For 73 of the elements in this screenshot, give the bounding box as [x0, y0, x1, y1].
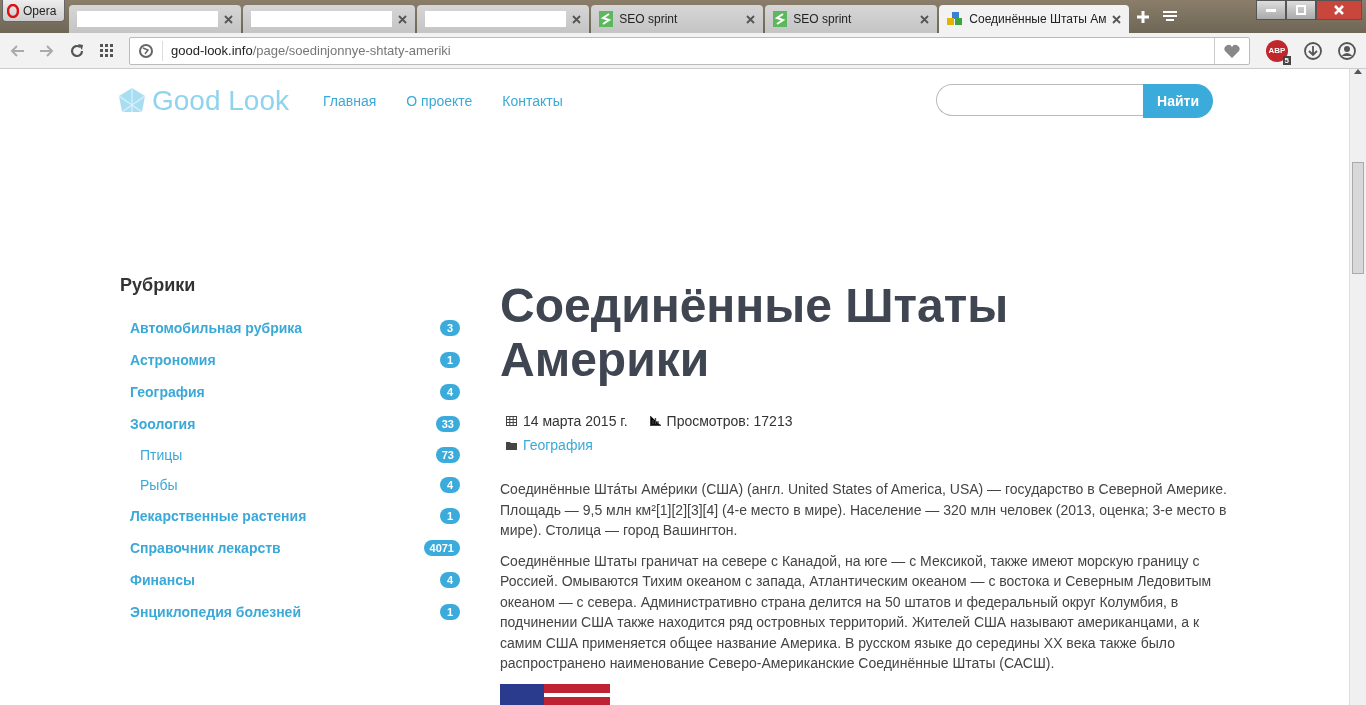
- bar-chart-icon: [649, 416, 661, 426]
- url-text: good-look.info/page/soedinjonnye-shtaty-ameriki: [170, 43, 451, 58]
- count-badge: 1: [440, 604, 460, 620]
- maximize-button[interactable]: [1286, 0, 1316, 20]
- tab-title: Соединённые Штаты Ам: [969, 12, 1107, 26]
- count-badge: 4: [440, 384, 460, 400]
- s-logo-icon: [773, 11, 788, 27]
- tab-title: SEO sprint: [793, 12, 853, 26]
- category-link[interactable]: Финансы: [130, 572, 195, 588]
- folder-icon: [506, 440, 517, 450]
- category-link[interactable]: Лекарственные растения: [130, 508, 307, 524]
- browser-tab[interactable]: Соединённые Штаты Ам: [939, 5, 1130, 33]
- close-icon[interactable]: [224, 14, 234, 24]
- plus-icon[interactable]: [1137, 10, 1150, 23]
- article-title: Соединённые Штаты Америки: [500, 279, 1010, 387]
- browser-tab[interactable]: SEO sprint: [591, 5, 764, 33]
- close-button[interactable]: [1316, 0, 1362, 20]
- globe-icon: [139, 43, 153, 58]
- article-paragraph: Соединённые Шта́ты Аме́рики (США) (англ. United States of America, USA) — государство в Северной Америке. Площадь — 9,5 млн км²[1][2][3][4] (4-е место в мире). Население — 320 млн человек (2013, оценка; 3-е место в мире). Столица — город Вашингтон.: [500, 480, 1228, 540]
- minimize-icon: [1266, 8, 1276, 12]
- maximize-icon: [1296, 5, 1306, 15]
- count-badge: 4: [440, 572, 460, 588]
- crystal-logo-icon: [118, 88, 146, 114]
- nav-link[interactable]: Главная: [323, 93, 377, 109]
- count-badge: 1: [440, 352, 460, 368]
- grid-icon[interactable]: [100, 44, 113, 57]
- nav-link[interactable]: О проекте: [406, 93, 473, 109]
- category-link[interactable]: География: [523, 437, 593, 453]
- view-count: Просмотров: 17213: [666, 413, 793, 429]
- count-badge: 3: [440, 320, 460, 336]
- heart-icon[interactable]: [1224, 43, 1240, 58]
- download-icon[interactable]: [1304, 41, 1322, 60]
- category-link[interactable]: Астрономия: [130, 352, 216, 368]
- sidebar-title: Рубрики: [120, 275, 197, 296]
- adblock-button[interactable]: ABP 5: [1266, 39, 1288, 62]
- tab-title: SEO sprint: [619, 12, 679, 26]
- profile-icon[interactable]: [1338, 41, 1356, 60]
- o-logo-icon: [7, 3, 19, 18]
- minimize-button[interactable]: [1256, 0, 1286, 20]
- count-badge: 4: [440, 477, 460, 493]
- nav-link[interactable]: Контакты: [502, 93, 563, 109]
- category-link[interactable]: Зоология: [130, 416, 196, 432]
- post-date: 14 марта 2015 г.: [523, 413, 628, 429]
- count-badge: 73: [435, 447, 460, 463]
- category-link[interactable]: География: [130, 384, 205, 400]
- category-link[interactable]: Птицы: [140, 447, 183, 463]
- close-icon[interactable]: [746, 14, 756, 24]
- search-field[interactable]: [936, 84, 1144, 116]
- browser-tab[interactable]: SEO sprint: [765, 5, 938, 33]
- adblock-count: 5: [1282, 55, 1291, 65]
- close-icon[interactable]: [1112, 14, 1122, 24]
- s-logo-icon: [599, 11, 614, 27]
- cubes-icon: [947, 12, 964, 26]
- search-button[interactable]: Найти: [1143, 84, 1213, 118]
- site-logo-text[interactable]: Good Look: [152, 85, 289, 117]
- reload-icon[interactable]: [70, 43, 84, 58]
- menu-icon[interactable]: [1163, 10, 1178, 23]
- scrollbar-thumb[interactable]: [1352, 162, 1364, 274]
- count-badge: 1: [440, 508, 460, 524]
- article-paragraph: Соединённые Штаты граничат на севере с Канадой, на юге — с Мексикой, также имеют морскую границу с Россией. Омываются Тихим океаном с запада, Атлантическим океаном — с востока и Северным Ледовитым океаном — с севера. Административно страна делится на 50 штатов и федеральный округ Колумбия, в подчинении США также находится ряд островных территорий. Жителей США называют американцами, а к самим США применяется общее название Америка. В русском языке до середины XX века также было распространено наименование Северо-Американские Соединённые Штаты (САСШ).: [500, 551, 1213, 673]
- count-badge: 33: [435, 416, 460, 432]
- category-link[interactable]: Рыбы: [140, 477, 178, 493]
- close-icon[interactable]: [920, 14, 930, 24]
- count-badge: 4071: [423, 540, 460, 556]
- calendar-icon: [506, 416, 517, 426]
- category-link[interactable]: Справочник лекарств: [130, 540, 281, 556]
- close-icon[interactable]: [398, 14, 408, 24]
- close-icon: [1334, 5, 1344, 15]
- close-icon[interactable]: [572, 14, 582, 24]
- opera-menu-button[interactable]: Opera: [2, 0, 66, 22]
- category-link[interactable]: Автомобильная рубрика: [130, 320, 303, 336]
- category-link[interactable]: Энциклопедия болезней: [130, 604, 301, 620]
- address-bar[interactable]: good-look.info/page/soedinjonnye-shtaty-ameriki: [129, 36, 1250, 65]
